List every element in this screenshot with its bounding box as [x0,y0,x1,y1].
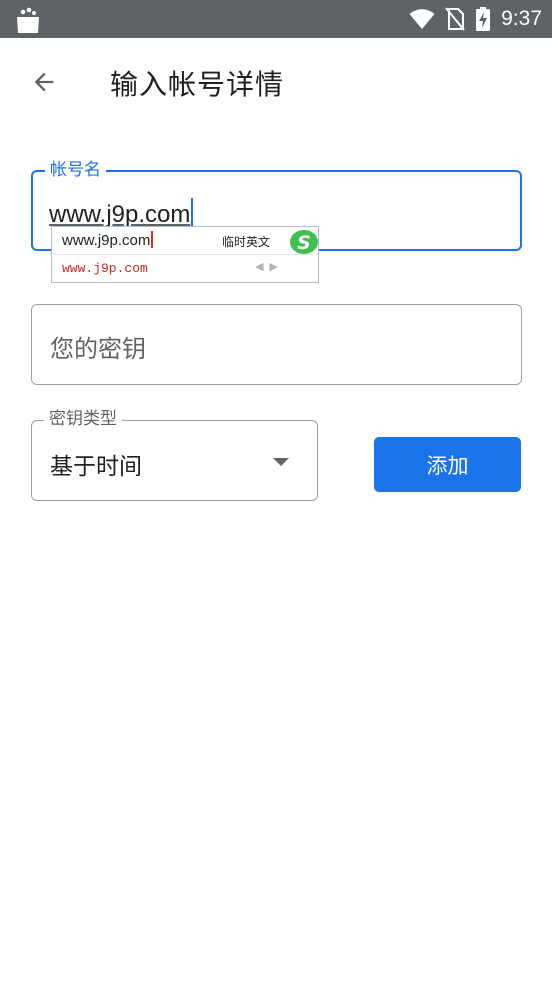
key-type-label: 密钥类型 [44,409,122,429]
back-button[interactable] [24,62,64,102]
no-sim-icon [445,7,465,31]
battery-charging-icon [476,7,491,31]
ime-mode-toggle[interactable]: 临时英文 [222,233,270,250]
page-title: 输入帐号详情 [110,68,285,101]
account-name-label: 帐号名 [45,160,106,180]
add-button[interactable]: 添加 [374,437,521,492]
ime-candidate-panel: www.j9p.com 临时英文 S www.j9p.com ◀▶ [51,226,319,283]
ime-candidate[interactable]: www.j9p.com [62,261,148,276]
ime-composition: www.j9p.com [62,232,151,249]
ime-page-arrows-icon[interactable]: ◀▶ [255,260,284,273]
svg-text:S: S [297,232,311,254]
shopping-bag-icon [17,7,39,33]
key-type-selected: 基于时间 [50,454,142,480]
app-bar: 输入帐号详情 [0,38,552,128]
sogou-logo-icon: S [290,230,318,254]
arrow-back-icon [34,72,54,92]
wifi-icon [409,9,435,29]
status-bar: 9:37 [0,0,552,38]
secret-key-placeholder: 您的密钥 [50,335,146,363]
text-caret [191,198,194,228]
key-type-dropdown[interactable]: 密钥类型 基于时间 [31,409,318,501]
status-time: 9:37 [501,7,542,30]
account-name-value: www.j9p.com [49,201,191,228]
secret-key-field[interactable]: 您的密钥 [31,304,522,385]
dropdown-arrow-icon [273,458,289,466]
